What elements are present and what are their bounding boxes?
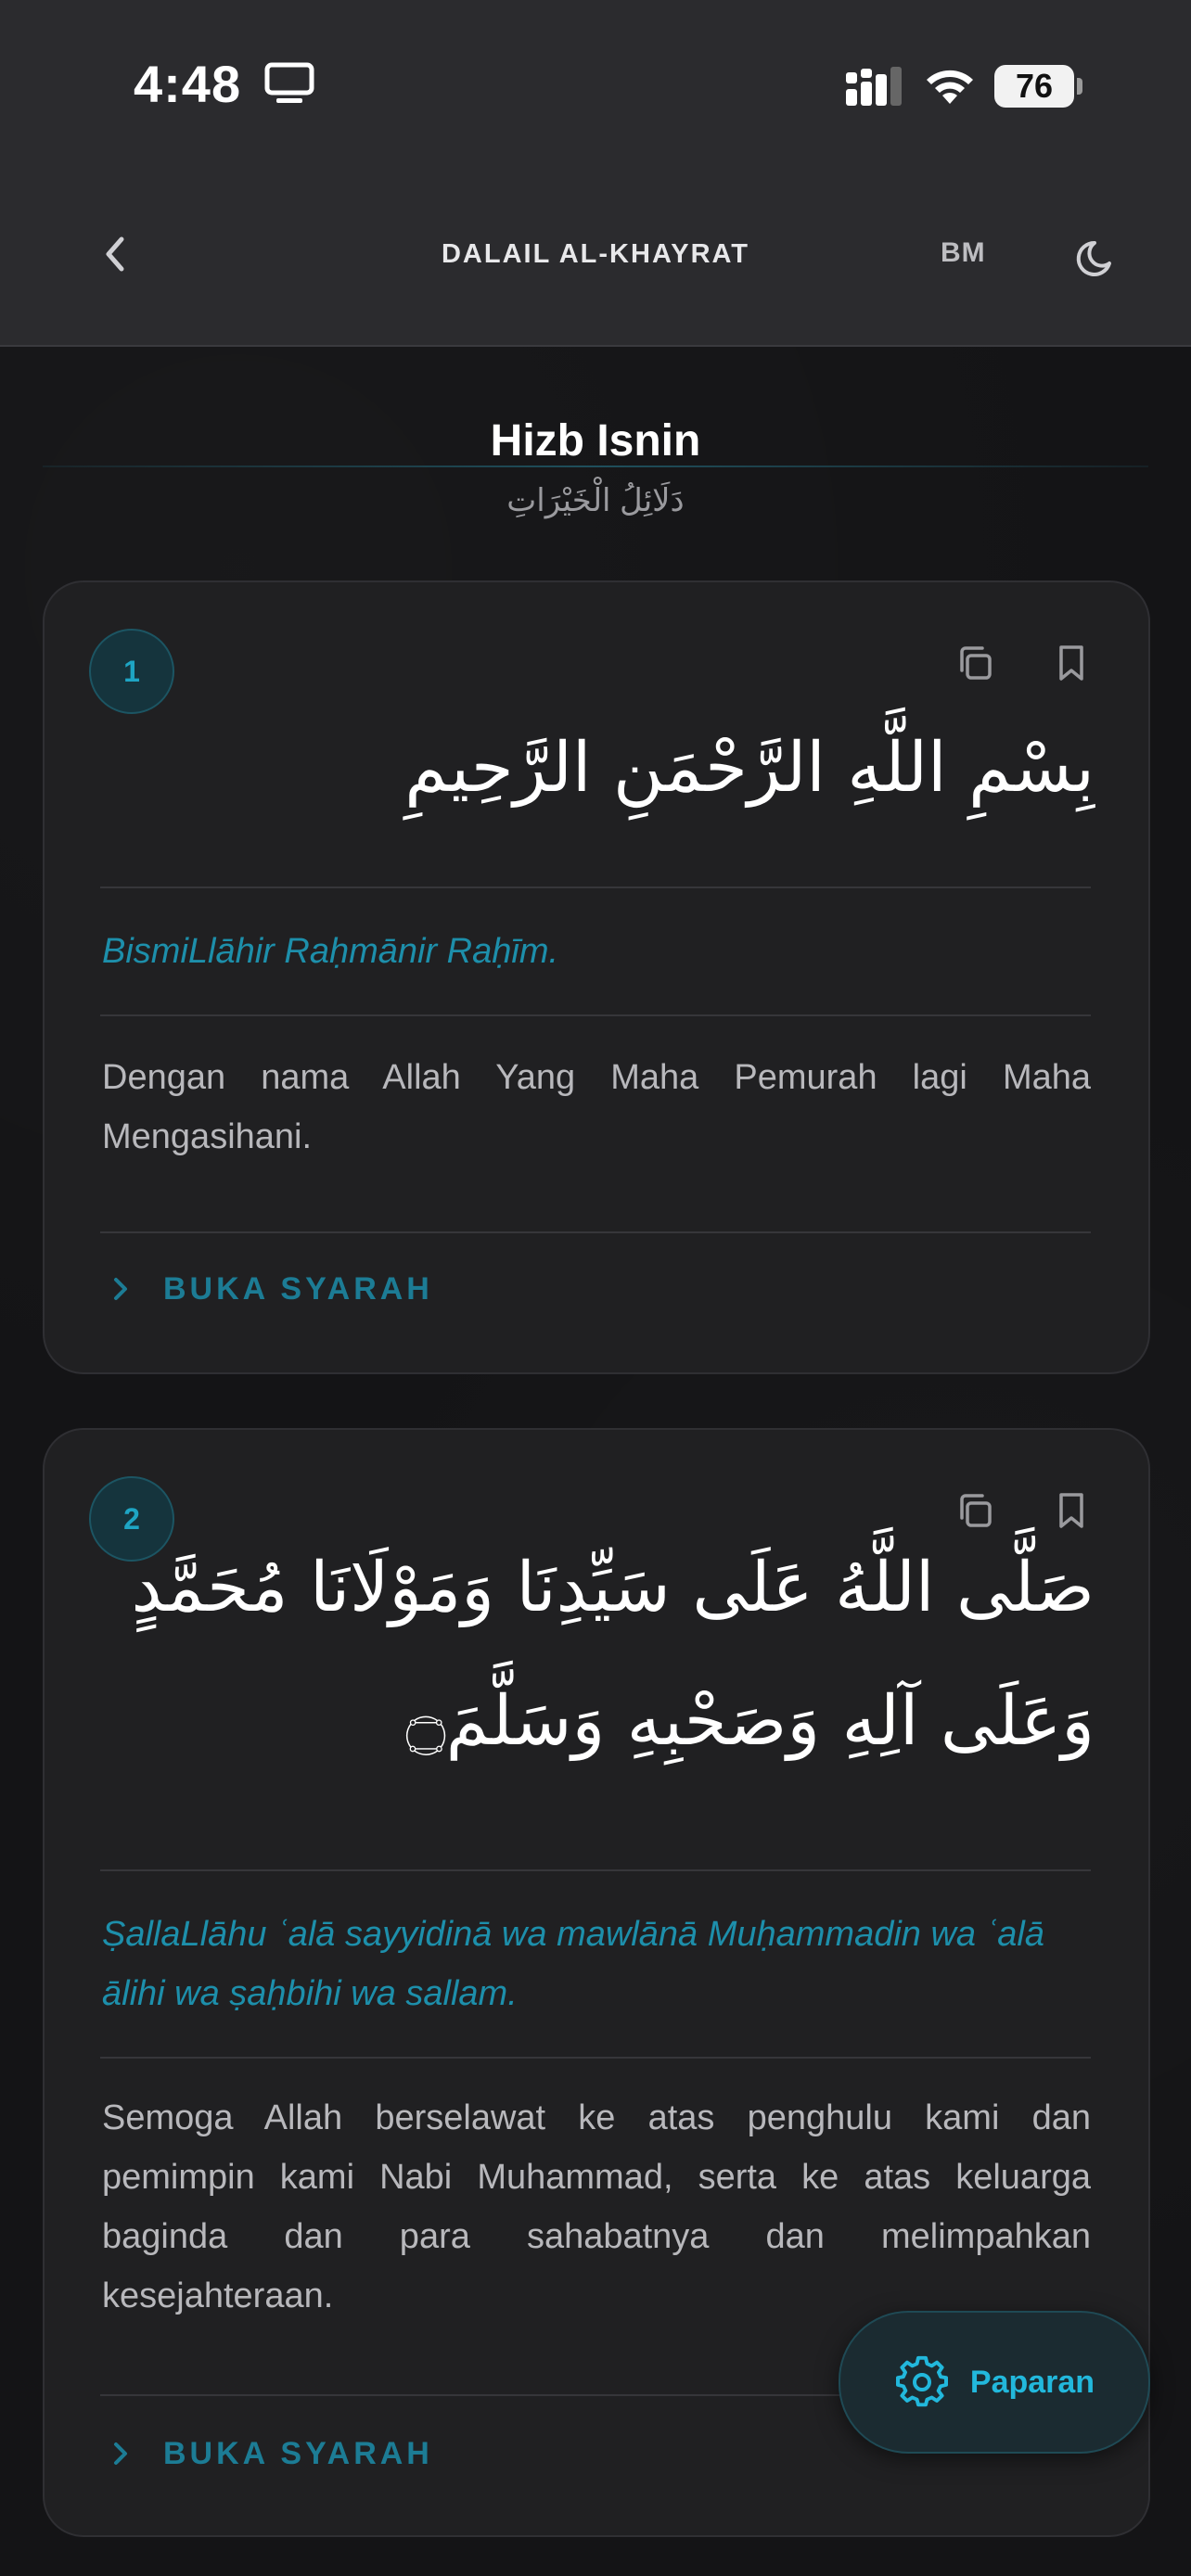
divider	[100, 1869, 1091, 1871]
battery-tip	[1077, 78, 1082, 95]
display-settings-button[interactable]: Paparan	[839, 2311, 1150, 2454]
display-settings-label: Paparan	[969, 2364, 1095, 2400]
transliteration-text: ṢallaLlāhu ʿalā sayyidinā wa mawlānā Muḥ…	[102, 1915, 1044, 2013]
title-divider	[43, 465, 1148, 467]
page-title: Hizb Isnin	[490, 416, 701, 465]
chevron-right-icon	[102, 2435, 139, 2472]
translation-text: Dengan nama Allah Yang Maha Pemurah lagi…	[102, 1058, 1091, 1156]
monitor-icon	[263, 61, 315, 110]
language-toggle-button[interactable]: BM	[941, 237, 1011, 278]
divider	[100, 2057, 1091, 2059]
translation-text: Semoga Allah berselawat ke atas penghulu…	[102, 2098, 1091, 2315]
verse-card: 1 بِسْمِ اللَّهِ الرَّحْمَنِ الرَّحِيمِ …	[43, 580, 1150, 1374]
arabic-text: بِسْمِ اللَّهِ الرَّحْمَنِ الرَّحِيمِ	[404, 728, 1095, 808]
moon-icon	[1076, 240, 1111, 276]
nav-title: DALAIL AL-KHAYRAT	[441, 239, 750, 269]
top-app-bar: 4:48 76 DALAIL AL-KHAYRAT BM	[0, 0, 1191, 347]
divider	[100, 886, 1091, 888]
bookmark-button[interactable]	[1046, 638, 1096, 688]
page-subtitle: دَلَائِلُ الْخَيْرَاتِ	[506, 483, 685, 518]
arabic-text: صَلَّى اللَّهُ عَلَى سَيِّدِنَا وَمَوْلَ…	[131, 1548, 1095, 1761]
wifi-icon	[922, 63, 978, 112]
open-syarah-label: BUKA SYARAH	[163, 1270, 433, 1307]
verse-number-badge: 1	[89, 629, 174, 714]
status-time: 4:48	[134, 55, 242, 113]
chevron-right-icon	[102, 1270, 139, 1307]
open-syarah-button[interactable]: BUKA SYARAH	[102, 1261, 433, 1317]
bookmark-icon	[1059, 645, 1083, 681]
copy-button[interactable]	[950, 638, 1000, 688]
battery-icon: 76	[994, 65, 1074, 108]
divider	[100, 1014, 1091, 1016]
transliteration-text: BismiLlāhir Raḥmānir Raḥīm.	[102, 932, 559, 971]
divider	[100, 1231, 1091, 1233]
open-syarah-label: BUKA SYARAH	[163, 2435, 433, 2471]
signal-icon	[844, 65, 905, 114]
open-syarah-button[interactable]: BUKA SYARAH	[102, 2426, 433, 2481]
theme-toggle-button[interactable]	[1069, 230, 1124, 286]
gear-icon	[895, 2355, 948, 2407]
copy-icon	[960, 646, 992, 680]
